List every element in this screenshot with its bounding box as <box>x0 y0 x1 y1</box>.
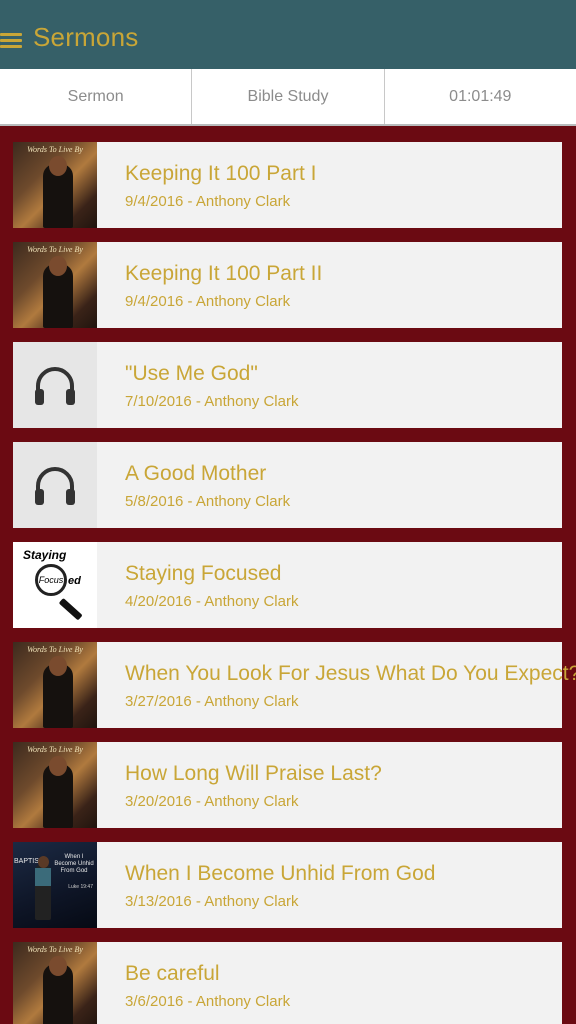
sermon-list-item[interactable]: Words To Live By When You Look For Jesus … <box>13 642 576 728</box>
tab-timer[interactable]: 01:01:49 <box>385 69 576 124</box>
sermon-date-speaker: 7/10/2016 - Anthony Clark <box>125 393 299 410</box>
sermon-date-speaker: 4/20/2016 - Anthony Clark <box>125 593 299 610</box>
sermon-date-speaker: 3/20/2016 - Anthony Clark <box>125 793 299 810</box>
sermon-date-speaker: 3/27/2016 - Anthony Clark <box>125 693 299 710</box>
sermon-date-speaker: 5/8/2016 - Anthony Clark <box>125 493 291 510</box>
app-header: Sermons <box>0 0 576 69</box>
sermon-thumbnail-image: Staying Focus ed <box>13 542 97 628</box>
sermon-list-item[interactable]: "Use Me God" 7/10/2016 - Anthony Clark <box>13 342 562 428</box>
tab-sermon[interactable]: Sermon <box>0 69 193 124</box>
sermon-list-item[interactable]: Words To Live By Keeping It 100 Part II 9/… <box>13 242 562 328</box>
sermon-title: Keeping It 100 Part II <box>125 262 323 285</box>
sermon-title: Staying Focused <box>125 562 282 585</box>
sermon-list-item[interactable]: BAPTIS When I Become Unhid From God Luke 1… <box>13 842 562 928</box>
sermon-thumbnail-image: Words To Live By <box>13 742 97 828</box>
sermon-title: How Long Will Praise Last? <box>125 762 382 785</box>
sermon-thumbnail-image: Words To Live By <box>13 242 97 328</box>
sermon-list-item[interactable]: Words To Live By Keeping It 100 Part I 9/4… <box>13 142 562 228</box>
headphones-icon <box>13 442 97 528</box>
sermon-title: Keeping It 100 Part I <box>125 162 317 185</box>
headphones-icon <box>13 342 97 428</box>
sermon-list: Words To Live By Keeping It 100 Part I 9/4… <box>0 126 576 1024</box>
sermon-date-speaker: 3/13/2016 - Anthony Clark <box>125 893 299 910</box>
sermon-title: Be careful <box>125 962 220 985</box>
page-title: Sermons <box>33 22 139 52</box>
hamburger-menu-icon[interactable] <box>0 31 22 49</box>
tab-bible-study[interactable]: Bible Study <box>192 69 385 124</box>
sermon-thumbnail-image: Words To Live By <box>13 642 97 728</box>
sermon-list-item[interactable]: Words To Live By How Long Will Praise Las… <box>13 742 562 828</box>
tab-bar: Sermon Bible Study 01:01:49 <box>0 69 576 126</box>
sermon-title: "Use Me God" <box>125 362 258 385</box>
sermon-list-item[interactable]: Words To Live By Be careful 3/6/2016 - Ant… <box>13 942 562 1024</box>
sermon-thumbnail-image: Words To Live By <box>13 942 97 1024</box>
sermon-thumbnail-image: Words To Live By <box>13 142 97 228</box>
sermon-thumbnail-image: BAPTIS When I Become Unhid From God Luke 1… <box>13 842 97 928</box>
sermon-title: A Good Mother <box>125 462 267 485</box>
sermon-list-item[interactable]: Staying Focus ed Staying Focused 4/20/2016 -… <box>13 542 562 628</box>
sermon-list-item[interactable]: A Good Mother 5/8/2016 - Anthony Clark <box>13 442 562 528</box>
sermon-title: When I Become Unhid From God <box>125 862 436 885</box>
sermon-date-speaker: 9/4/2016 - Anthony Clark <box>125 193 291 210</box>
sermon-date-speaker: 9/4/2016 - Anthony Clark <box>125 293 291 310</box>
sermon-title: When You Look For Jesus What Do You Expe… <box>125 662 576 685</box>
sermon-date-speaker: 3/6/2016 - Anthony Clark <box>125 993 291 1010</box>
